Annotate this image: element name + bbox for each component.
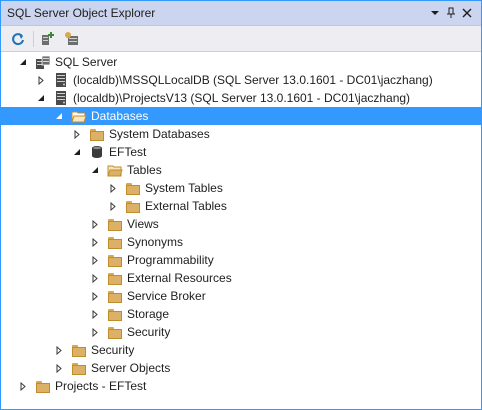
tree-node[interactable]: Service Broker: [1, 287, 481, 305]
expand-arrow-icon[interactable]: [89, 236, 101, 248]
tree-node[interactable]: Storage: [1, 305, 481, 323]
refresh-icon[interactable]: [9, 30, 27, 48]
tree-node-label: External Tables: [145, 199, 227, 213]
collapse-arrow-icon[interactable]: [17, 56, 29, 68]
expand-arrow-icon[interactable]: [89, 218, 101, 230]
tree-node-label: System Tables: [145, 181, 223, 195]
tree-node[interactable]: Synonyms: [1, 233, 481, 251]
expand-arrow-icon[interactable]: [107, 182, 119, 194]
tree-node-label: (localdb)\MSSQLLocalDB (SQL Server 13.0.…: [73, 73, 433, 87]
expand-arrow-icon[interactable]: [53, 362, 65, 374]
tree-node-label: Tables: [127, 163, 162, 177]
tree-node[interactable]: Security: [1, 323, 481, 341]
expand-arrow-icon[interactable]: [17, 380, 29, 392]
folder-icon: [89, 126, 105, 142]
server-group-icon: [35, 54, 51, 70]
tree-node-label: System Databases: [109, 127, 210, 141]
folder-icon: [107, 252, 123, 268]
tree-node[interactable]: Security: [1, 341, 481, 359]
folder-icon: [125, 198, 141, 214]
folder-icon: [71, 360, 87, 376]
database-icon: [89, 144, 105, 160]
expand-arrow-icon[interactable]: [89, 308, 101, 320]
folder-icon: [107, 270, 123, 286]
pin-icon[interactable]: [443, 5, 459, 21]
server-instance-icon: [53, 72, 69, 88]
tree-node[interactable]: Views: [1, 215, 481, 233]
add-sql-server-icon[interactable]: [39, 30, 57, 48]
title-bar[interactable]: SQL Server Object Explorer: [1, 1, 481, 26]
collapse-arrow-icon[interactable]: [53, 110, 65, 122]
tree-node-label: Service Broker: [127, 289, 206, 303]
toolbar: [1, 26, 481, 52]
folder-icon: [107, 216, 123, 232]
expand-arrow-icon[interactable]: [89, 326, 101, 338]
folder-icon: [107, 234, 123, 250]
tree-node[interactable]: Projects - EFTest: [1, 377, 481, 395]
tree-node[interactable]: SQL Server: [1, 53, 481, 71]
tree-node-label: Storage: [127, 307, 170, 321]
window-title: SQL Server Object Explorer: [7, 6, 156, 20]
tree-node[interactable]: System Databases: [1, 125, 481, 143]
folder-icon: [107, 306, 123, 322]
expand-arrow-icon[interactable]: [71, 128, 83, 140]
tree-node-label: Synonyms: [127, 235, 184, 249]
tree-node[interactable]: System Tables: [1, 179, 481, 197]
tree-node[interactable]: Programmability: [1, 251, 481, 269]
server-instance-icon: [53, 90, 69, 106]
tree-node-label: Security: [127, 325, 171, 339]
object-explorer-window: SQL Server Object Explorer SQL Server (l…: [0, 0, 482, 410]
tree-node-label: External Resources: [127, 271, 232, 285]
tree-node[interactable]: EFTest: [1, 143, 481, 161]
collapse-arrow-icon[interactable]: [89, 164, 101, 176]
tree-node-label: SQL Server: [55, 55, 118, 69]
expand-arrow-icon[interactable]: [107, 200, 119, 212]
tree-node-label: Projects - EFTest: [55, 379, 147, 393]
tree-node-label: EFTest: [109, 145, 147, 159]
expand-arrow-icon[interactable]: [89, 254, 101, 266]
folder-icon: [35, 378, 51, 394]
folder-open-icon: [107, 162, 123, 178]
expand-arrow-icon[interactable]: [89, 290, 101, 302]
tree-node-label: Security: [91, 343, 135, 357]
tree-node[interactable]: Server Objects: [1, 359, 481, 377]
tree-node[interactable]: External Tables: [1, 197, 481, 215]
folder-icon: [71, 342, 87, 358]
tree-node-label: Views: [127, 217, 159, 231]
folder-icon: [107, 288, 123, 304]
tree-node-label: Databases: [91, 109, 149, 123]
toolbar-separator: [33, 31, 34, 47]
filter-settings-icon[interactable]: [63, 30, 81, 48]
expand-arrow-icon[interactable]: [53, 344, 65, 356]
collapse-arrow-icon[interactable]: [71, 146, 83, 158]
tree-node[interactable]: Tables: [1, 161, 481, 179]
close-icon[interactable]: [459, 5, 475, 21]
tree-node-label: Server Objects: [91, 361, 171, 375]
collapse-arrow-icon[interactable]: [35, 92, 47, 104]
chevron-down-icon[interactable]: [427, 5, 443, 21]
tree-node-label: Programmability: [127, 253, 214, 267]
tree-node-label: (localdb)\ProjectsV13 (SQL Server 13.0.1…: [73, 91, 411, 105]
object-tree: SQL Server (localdb)\MSSQLLocalDB (SQL Se…: [1, 53, 481, 395]
expand-arrow-icon[interactable]: [89, 272, 101, 284]
folder-icon: [107, 324, 123, 340]
folder-open-icon: [71, 108, 87, 124]
tree-node[interactable]: (localdb)\MSSQLLocalDB (SQL Server 13.0.…: [1, 71, 481, 89]
tree-node[interactable]: Databases: [1, 107, 481, 125]
tree-node[interactable]: (localdb)\ProjectsV13 (SQL Server 13.0.1…: [1, 89, 481, 107]
folder-icon: [125, 180, 141, 196]
tree-node[interactable]: External Resources: [1, 269, 481, 287]
expand-arrow-icon[interactable]: [35, 74, 47, 86]
